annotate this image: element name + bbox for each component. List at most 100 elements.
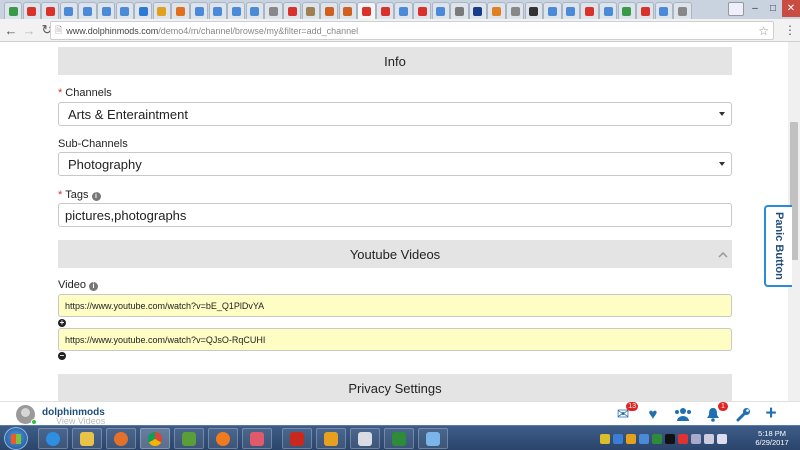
tray-app-icon[interactable] (678, 433, 688, 444)
tab-favicon-icon (213, 6, 223, 16)
tags-input[interactable]: pictures,photographs (58, 203, 732, 227)
tray-app-icon[interactable] (652, 433, 662, 444)
browser-tab[interactable] (357, 2, 376, 19)
excel-taskbar-icon[interactable] (384, 428, 414, 449)
subchannels-select[interactable]: Photography (58, 152, 732, 176)
heart-icon[interactable]: ♥ (643, 405, 663, 423)
outlook-taskbar-icon[interactable] (316, 428, 346, 449)
browser-tab[interactable] (41, 2, 60, 19)
browser-tab[interactable] (487, 2, 506, 19)
tray-app-icon[interactable] (613, 433, 623, 444)
info-section-header[interactable]: Info (58, 47, 732, 75)
bookmark-star-icon[interactable]: ☆ (758, 24, 769, 38)
privacy-section-header[interactable]: Privacy Settings (58, 374, 732, 402)
browser-tab[interactable] (282, 2, 302, 19)
browser-tab[interactable] (59, 2, 79, 19)
browser-menu-icon[interactable]: ⋮ (784, 23, 796, 37)
tray-app-icon[interactable] (600, 433, 610, 444)
close-window-button[interactable]: ✕ (782, 0, 800, 17)
browser-tab[interactable] (450, 2, 469, 19)
chrome-taskbar-icon[interactable] (140, 428, 170, 449)
tab-favicon-icon (194, 6, 204, 16)
tab-favicon-icon (473, 6, 483, 16)
address-bar[interactable]: 🗎 www.dolphinmods.com/demo4/m/channel/br… (50, 21, 774, 40)
filezilla-taskbar-icon[interactable] (282, 428, 312, 449)
dropdown-caret-icon (719, 162, 725, 166)
url-text: www.dolphinmods.com/demo4/m/channel/brow… (66, 25, 359, 36)
browser-tab[interactable] (599, 2, 618, 19)
browser-tab[interactable] (561, 2, 581, 19)
subchannels-label: Sub-Channels (58, 138, 128, 150)
browser-tab[interactable] (171, 2, 190, 19)
browser-tab[interactable] (22, 2, 41, 19)
start-button[interactable] (4, 427, 28, 450)
browser-tab[interactable] (301, 2, 320, 19)
browser-tab[interactable] (96, 2, 116, 19)
dropdown-caret-icon (719, 112, 725, 116)
browser-tab[interactable] (580, 2, 599, 19)
forward-button[interactable]: → (20, 21, 38, 39)
browser-tab[interactable] (264, 2, 283, 19)
browser-tab[interactable] (227, 2, 246, 19)
browser-tab[interactable] (78, 2, 97, 19)
channels-select[interactable]: Arts & Enteraintment (58, 102, 732, 126)
network-icon[interactable] (704, 433, 714, 444)
panic-button[interactable]: Panic Button (764, 205, 792, 287)
browser-tab[interactable] (431, 2, 450, 19)
internet-explorer-taskbar-icon[interactable] (38, 428, 68, 449)
panic-button-label: Panic Button (773, 212, 785, 280)
video-url-input[interactable]: https://www.youtube.com/watch?v=bE_Q1PlD… (58, 294, 732, 317)
wrench-icon[interactable] (733, 405, 753, 423)
browser-tab[interactable] (617, 2, 636, 19)
browser-tab[interactable] (636, 2, 655, 19)
tray-app-icon[interactable] (639, 433, 649, 444)
media-player-taskbar-icon[interactable] (208, 428, 238, 449)
browser-tab[interactable] (468, 2, 488, 19)
word-taskbar-icon[interactable] (350, 428, 380, 449)
bell-icon[interactable]: 1 (703, 402, 728, 423)
firefox-taskbar-icon[interactable] (106, 428, 136, 449)
tray-app-icon[interactable] (665, 433, 675, 444)
browser-tab[interactable] (375, 2, 395, 19)
tab-favicon-icon (585, 6, 595, 16)
mail-icon[interactable]: ✉ 13 (613, 402, 638, 423)
chevron-up-icon[interactable] (718, 252, 728, 258)
browser-tab[interactable] (152, 2, 172, 19)
friends-icon[interactable] (673, 405, 693, 423)
paint-taskbar-icon[interactable] (418, 428, 448, 449)
browser-tab[interactable] (413, 2, 432, 19)
browser-tab[interactable] (320, 2, 339, 19)
browser-tab[interactable] (394, 2, 413, 19)
browser-tab[interactable] (654, 2, 674, 19)
browser-tab[interactable] (338, 2, 357, 19)
info-icon[interactable]: i (91, 192, 101, 201)
browser-tab[interactable] (506, 2, 525, 19)
browser-tab[interactable] (208, 2, 227, 19)
browser-tab[interactable] (189, 2, 209, 19)
info-icon[interactable]: i (88, 282, 98, 291)
back-button[interactable]: ← (2, 21, 20, 39)
video-url-input[interactable]: https://www.youtube.com/watch?v=QJsO-RqC… (58, 328, 732, 351)
channels-selected-value: Arts & Enteraintment (68, 106, 188, 122)
browser-tab[interactable] (4, 2, 23, 19)
browser-tab[interactable] (115, 2, 134, 19)
browser-tab[interactable] (524, 2, 543, 19)
minimize-button[interactable]: – (746, 0, 764, 17)
youtube-section-header[interactable]: Youtube Videos (58, 240, 732, 268)
file-explorer-taskbar-icon[interactable] (72, 428, 102, 449)
system-clock[interactable]: 5:18 PM 6/29/2017 (750, 429, 794, 447)
eraser-app-taskbar-icon[interactable] (242, 428, 272, 449)
browser-tab[interactable] (245, 2, 265, 19)
browser-tab[interactable] (673, 2, 692, 19)
tray-app-icon[interactable] (691, 433, 701, 444)
frog-app-taskbar-icon[interactable] (174, 428, 204, 449)
add-video-icon[interactable]: + (58, 319, 66, 327)
volume-icon[interactable] (717, 433, 727, 444)
plus-icon[interactable]: + (761, 403, 781, 424)
browser-profile-button[interactable] (728, 2, 744, 16)
maximize-button[interactable]: □ (764, 0, 782, 17)
remove-video-icon[interactable]: – (58, 352, 66, 360)
tray-app-icon[interactable] (626, 433, 636, 444)
browser-tab[interactable] (134, 2, 153, 19)
browser-tab[interactable] (543, 2, 562, 19)
